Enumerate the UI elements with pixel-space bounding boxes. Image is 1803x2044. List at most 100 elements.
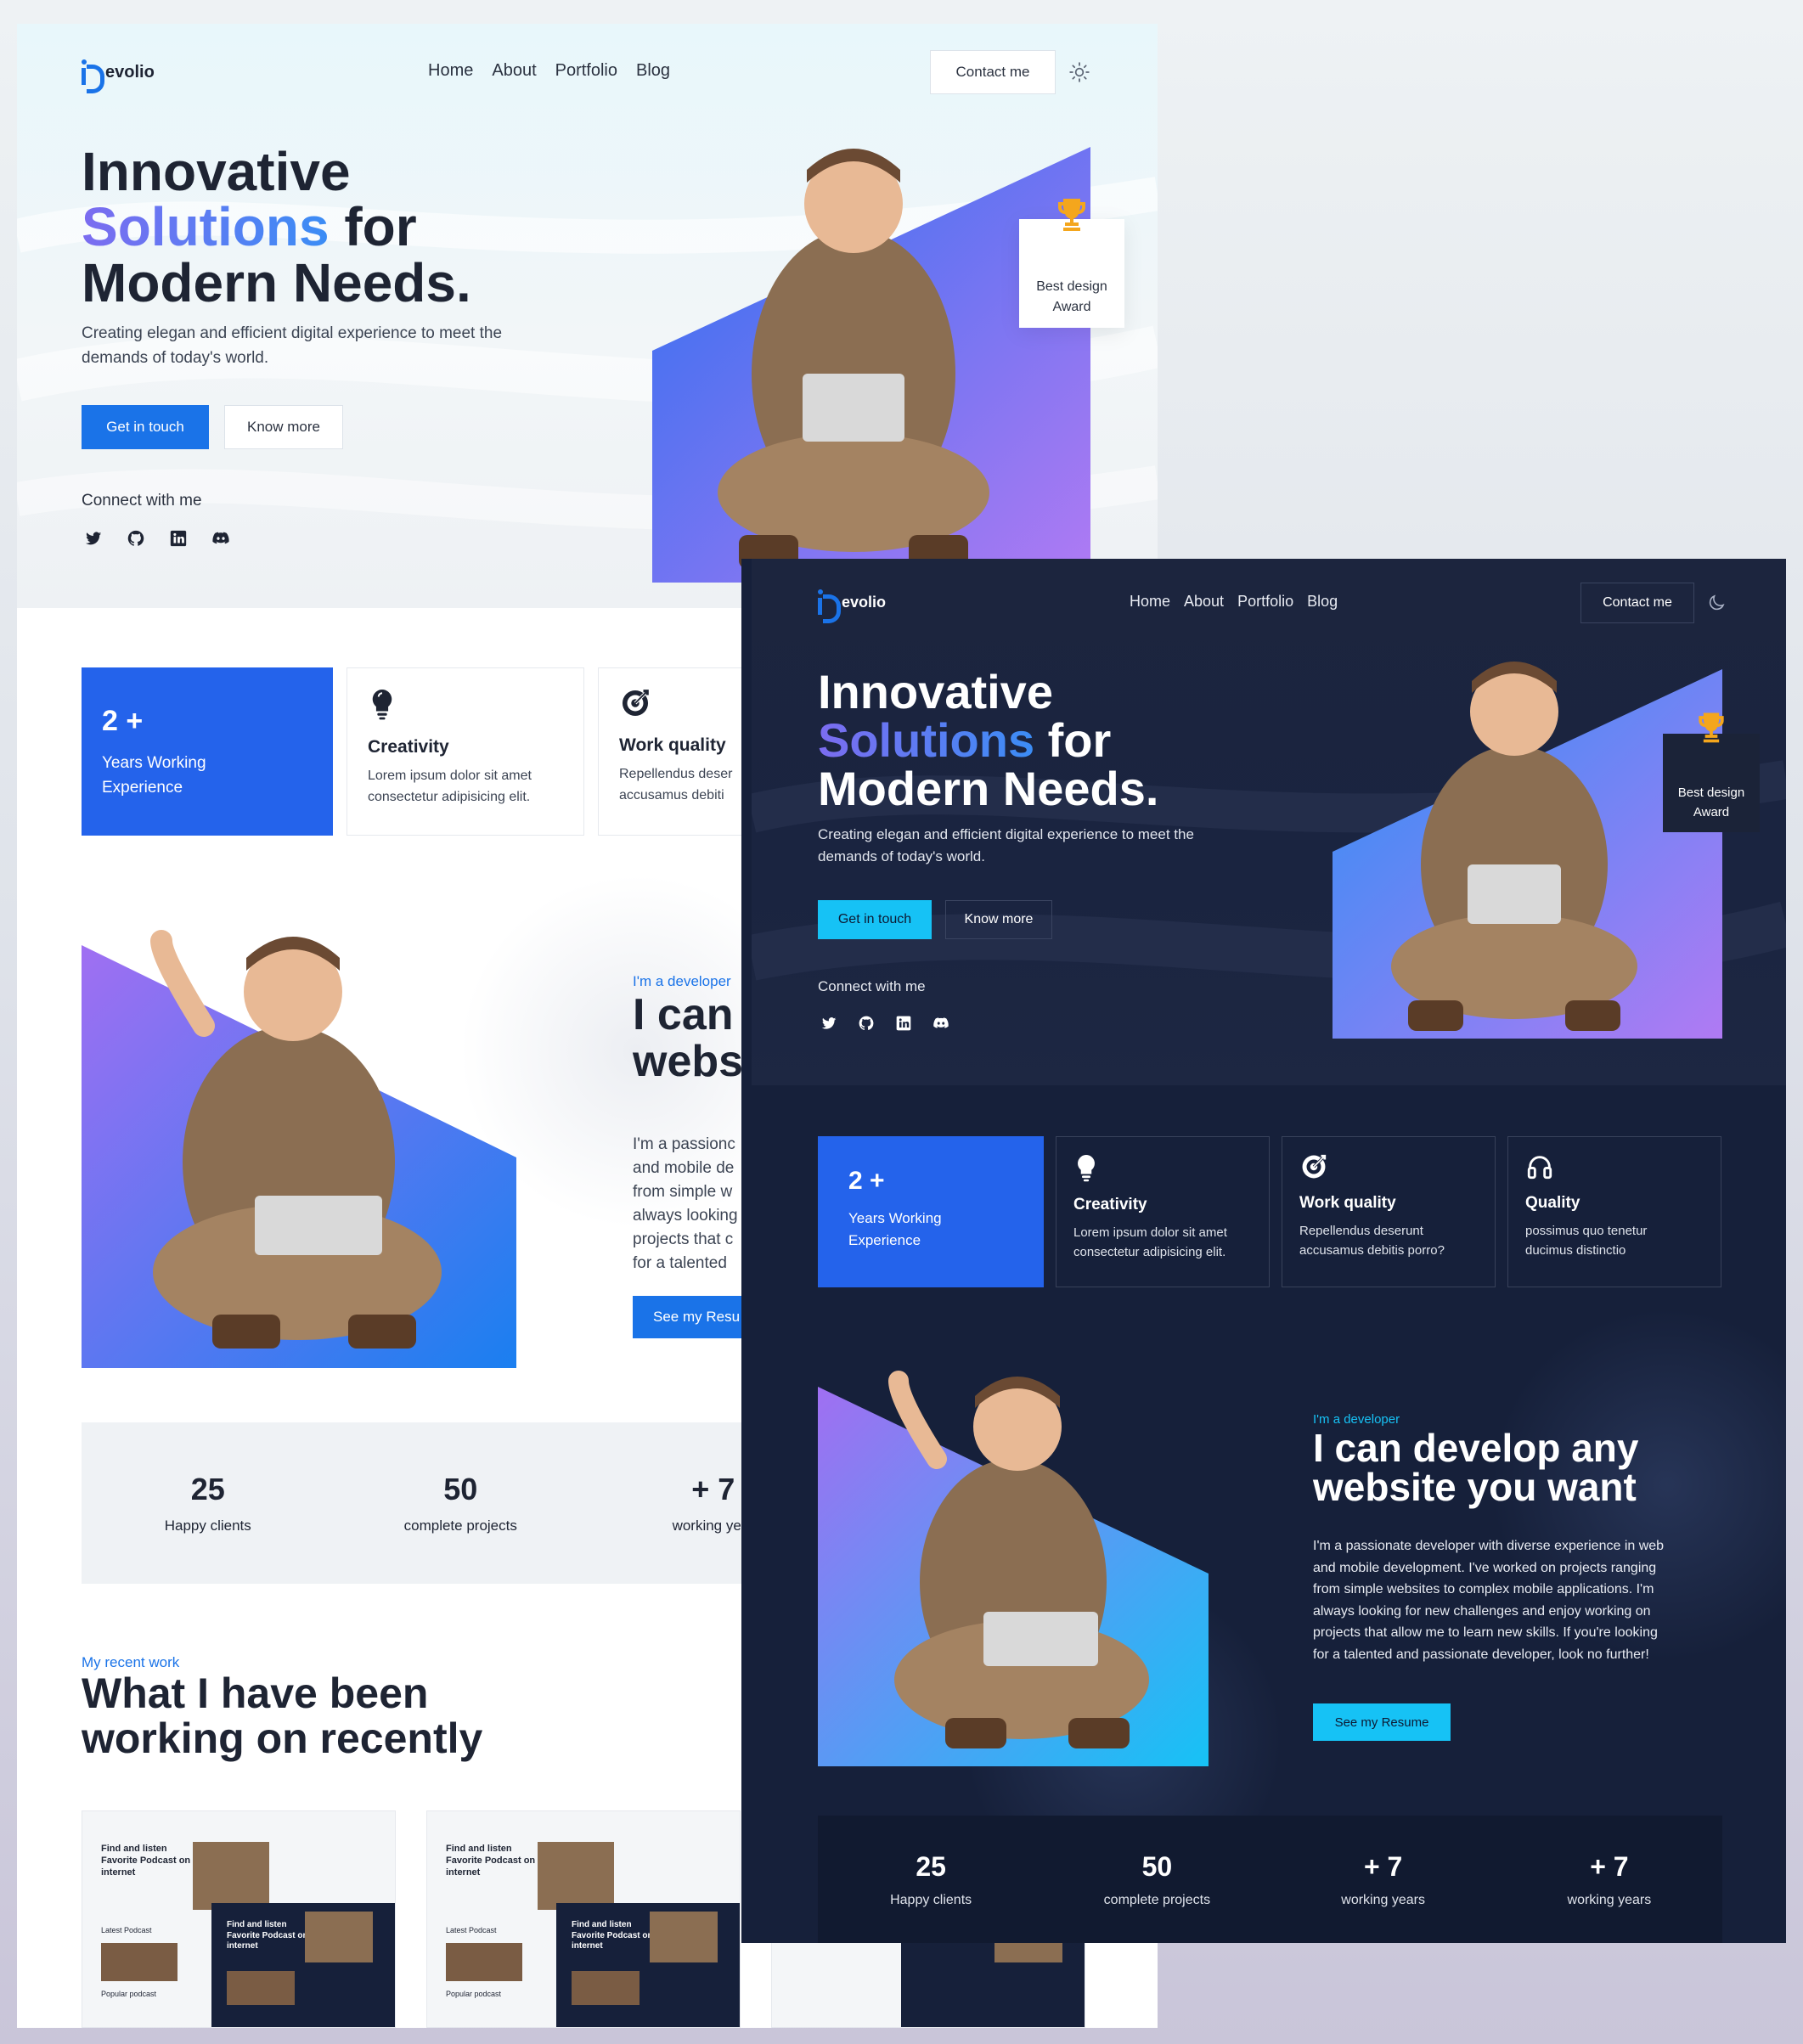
experience-card: 2 + Years Working Experience bbox=[818, 1136, 1044, 1287]
know-more-button[interactable]: Know more bbox=[945, 900, 1052, 939]
stat-complete-projects: 50 complete projects bbox=[1044, 1816, 1270, 1943]
stat-number: 50 bbox=[1141, 1850, 1173, 1882]
thumb-latest-label: Latest Podcast bbox=[101, 1926, 152, 1934]
award-badge: Best design Award bbox=[1019, 199, 1124, 328]
social-links bbox=[82, 526, 233, 550]
about-title-line1: I can develop any bbox=[1313, 1426, 1639, 1470]
connect-label: Connect with me bbox=[818, 978, 926, 994]
developer-photo-about bbox=[888, 1371, 1149, 1748]
lightbulb-icon bbox=[1078, 1155, 1095, 1182]
nav-portfolio[interactable]: Portfolio bbox=[1237, 593, 1293, 611]
thumb-popular-label: Popular podcast bbox=[446, 1990, 502, 1998]
github-icon[interactable] bbox=[124, 526, 148, 550]
stat-label: complete projects bbox=[403, 1518, 517, 1534]
nav-about[interactable]: About bbox=[1184, 593, 1224, 611]
developer-photo bbox=[718, 149, 989, 569]
nav-portfolio[interactable]: Portfolio bbox=[555, 61, 617, 81]
logo-mark-icon bbox=[82, 59, 104, 93]
stat-label: Happy clients bbox=[164, 1518, 251, 1534]
about-eyebrow: I'm a developer bbox=[1313, 1412, 1400, 1427]
creativity-desc-line1: Lorem ipsum dolor sit amet bbox=[368, 769, 532, 783]
project-thumbnail[interactable]: Find and listen Favorite Podcast on intern… bbox=[82, 1810, 396, 2028]
main-nav: Home About Portfolio Blog bbox=[1130, 593, 1338, 611]
experience-number: 2 + bbox=[102, 705, 144, 737]
nav-home[interactable]: Home bbox=[1130, 593, 1170, 611]
get-in-touch-button[interactable]: Get in touch bbox=[818, 900, 932, 939]
linkedin-icon[interactable] bbox=[893, 1012, 915, 1034]
about-eyebrow: I'm a developer bbox=[633, 973, 731, 989]
nav-home[interactable]: Home bbox=[428, 61, 473, 81]
hero-title-highlight: Solutions bbox=[818, 713, 1035, 768]
about-para-line3: from simple w bbox=[633, 1183, 733, 1201]
stats-bar: 25 Happy clients 50 complete projects + 7 w… bbox=[818, 1816, 1722, 1943]
github-icon[interactable] bbox=[855, 1012, 877, 1034]
experience-card: 2 + Years Working Experience bbox=[82, 667, 333, 836]
know-more-button[interactable]: Know more bbox=[224, 405, 343, 449]
thumb-dark-heading: Find and listen Favorite Podcast on intern… bbox=[572, 1920, 653, 1951]
brand-logo[interactable]: evolio bbox=[818, 589, 886, 623]
experience-label-line2: Experience bbox=[102, 778, 183, 797]
about-title-line1: I can bbox=[633, 990, 734, 1039]
social-links bbox=[818, 1012, 952, 1034]
discord-icon[interactable] bbox=[209, 526, 233, 550]
discord-icon[interactable] bbox=[930, 1012, 952, 1034]
moon-icon[interactable] bbox=[1706, 593, 1727, 613]
about-paragraph: I'm a passionc and mobile de from simple… bbox=[633, 1133, 738, 1275]
get-in-touch-button[interactable]: Get in touch bbox=[82, 405, 209, 449]
twitter-icon[interactable] bbox=[818, 1012, 840, 1034]
logo-mark-icon bbox=[818, 589, 841, 623]
thumb-dark-heading: Find and listen Favorite Podcast on intern… bbox=[227, 1920, 308, 1951]
hero-title-line3: Modern Needs. bbox=[818, 762, 1159, 816]
hero-title-for: for bbox=[329, 196, 417, 258]
brand-logo[interactable]: evolio bbox=[82, 59, 155, 93]
creativity-desc-line2: consectetur adipisicing elit. bbox=[368, 789, 531, 804]
award-line2: Award bbox=[1052, 300, 1091, 314]
stat-working-years: + 7 working years bbox=[1271, 1816, 1496, 1943]
hero-description: Creating elegan and efficient digital ex… bbox=[82, 324, 503, 368]
award-line2: Award bbox=[1693, 804, 1730, 819]
recent-work-title-line1: What I have been bbox=[82, 1670, 429, 1717]
stat-number: 50 bbox=[443, 1472, 478, 1506]
nav-blog[interactable]: Blog bbox=[1307, 593, 1338, 611]
stat-number: + 7 bbox=[1590, 1850, 1629, 1882]
twitter-icon[interactable] bbox=[82, 526, 105, 550]
creativity-desc-line2: consectetur adipisicing elit. bbox=[1073, 1245, 1226, 1260]
nav-about[interactable]: About bbox=[492, 61, 536, 81]
about-para-line4: always looking bbox=[633, 1207, 738, 1225]
brand-name: evolio bbox=[105, 62, 155, 82]
creativity-title: Creativity bbox=[368, 737, 449, 757]
about-paragraph: I'm a passionate developer with diverse … bbox=[1313, 1535, 1729, 1665]
main-nav: Home About Portfolio Blog bbox=[428, 61, 670, 81]
sun-icon[interactable] bbox=[1068, 61, 1090, 83]
about-para-line6: for a talented bbox=[633, 1254, 727, 1272]
contact-button[interactable]: Contact me bbox=[1580, 583, 1694, 623]
stat-working-years-2: + 7 working years bbox=[1496, 1816, 1722, 1943]
nav-blog[interactable]: Blog bbox=[636, 61, 670, 81]
stat-happy-clients: 25 Happy clients bbox=[818, 1816, 1044, 1943]
creativity-title: Creativity bbox=[1073, 1196, 1147, 1213]
recent-work-title: What I have been working on recently bbox=[82, 1671, 482, 1760]
stat-number: 25 bbox=[916, 1850, 946, 1882]
about-para-line5: projects that allow me to learn new skil… bbox=[1313, 1625, 1658, 1640]
about-title: I can webs bbox=[633, 992, 743, 1084]
hero-description: Creating elegan and efficient digital ex… bbox=[818, 826, 1194, 865]
about-para-line2: and mobile de bbox=[633, 1159, 735, 1177]
about-para-line1: I'm a passionate developer with diverse … bbox=[1313, 1539, 1665, 1553]
stat-label: Happy clients bbox=[890, 1892, 972, 1907]
linkedin-icon[interactable] bbox=[166, 526, 190, 550]
contact-button[interactable]: Contact me bbox=[930, 50, 1056, 94]
project-thumbnail[interactable]: Find and listen Favorite Podcast on intern… bbox=[426, 1810, 741, 2028]
headphones-icon bbox=[1527, 1156, 1552, 1180]
stat-happy-clients: 25 Happy clients bbox=[82, 1422, 335, 1584]
about-para-line2: and mobile development. I've worked on p… bbox=[1313, 1560, 1657, 1575]
trophy-icon bbox=[1058, 199, 1085, 231]
see-resume-button[interactable]: See my Resume bbox=[1313, 1703, 1451, 1741]
stat-complete-projects: 50 complete projects bbox=[335, 1422, 588, 1584]
stat-number: + 7 bbox=[1363, 1850, 1403, 1882]
hero-title-highlight: Solutions bbox=[82, 196, 330, 258]
stat-number: 25 bbox=[190, 1472, 225, 1506]
stat-label: working years bbox=[1567, 1892, 1652, 1907]
thumb-heading: Find and listen Favorite Podcast on intern… bbox=[101, 1844, 191, 1878]
dark-theme-preview: evolio Home About Portfolio Blog Contact… bbox=[741, 559, 1786, 1943]
stat-number: + 7 bbox=[691, 1472, 735, 1506]
